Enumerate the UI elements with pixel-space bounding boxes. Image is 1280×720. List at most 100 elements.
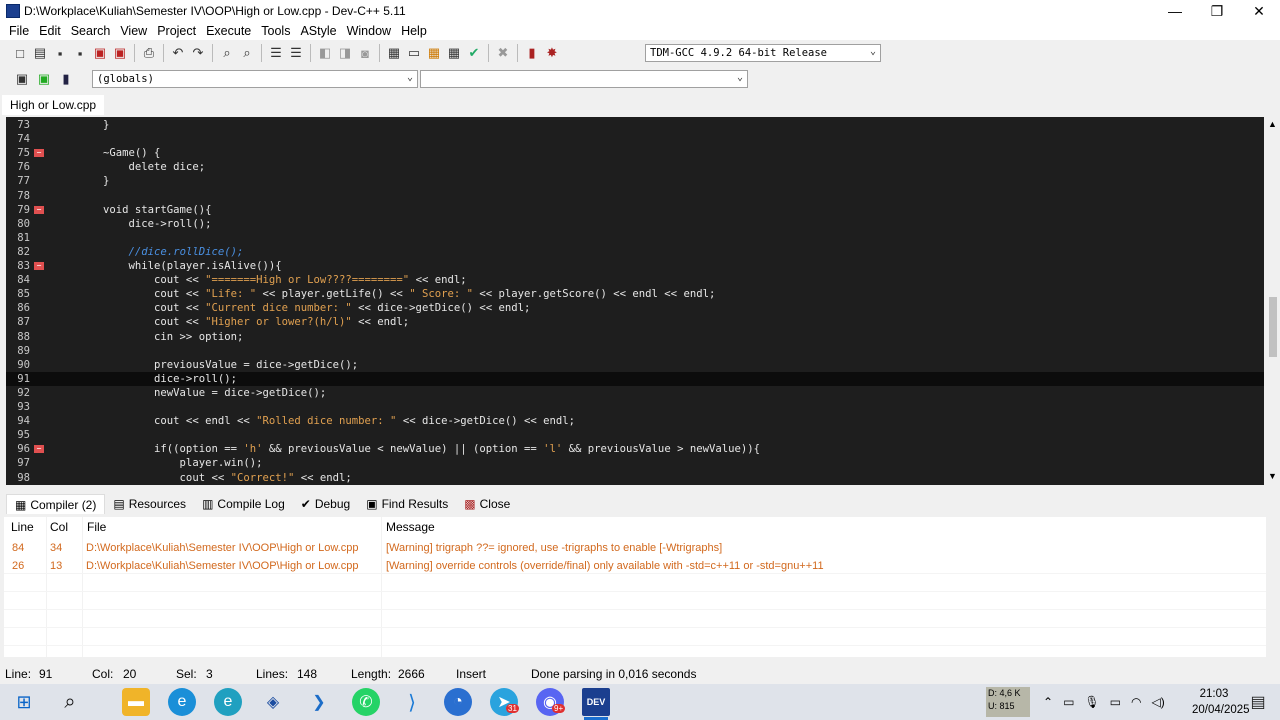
compiler-select[interactable]: TDM-GCC 4.9.2 64-bit Release ⌄ <box>645 44 881 62</box>
code-line[interactable]: 94 cout << endl << "Rolled dice number: … <box>6 414 1264 428</box>
menu-view[interactable]: View <box>115 24 152 38</box>
volume-icon[interactable]: ◁) <box>1151 695 1164 709</box>
column-header-message[interactable]: Message <box>386 517 435 537</box>
code-line[interactable]: 89 <box>6 344 1264 358</box>
redo-icon[interactable]: ↷ <box>188 43 208 63</box>
edge-icon[interactable]: e <box>168 688 196 716</box>
code-line[interactable]: 76 delete dice; <box>6 160 1264 174</box>
editor-vertical-scrollbar[interactable]: ▲ ▼ <box>1266 117 1280 485</box>
compile-icon[interactable]: ▦ <box>384 43 404 63</box>
code-line[interactable]: 96− if((option == 'h' && previousValue <… <box>6 442 1264 456</box>
scroll-down-icon[interactable]: ▼ <box>1268 471 1277 481</box>
tab-compile-log[interactable]: ▥ Compile Log <box>194 494 293 514</box>
stop-icon[interactable]: ✖ <box>493 43 513 63</box>
code-line[interactable]: 85 cout << "Life: " << player.getLife() … <box>6 287 1264 301</box>
print-icon[interactable]: ⎙ <box>139 43 159 63</box>
scroll-up-icon[interactable]: ▲ <box>1268 119 1277 129</box>
syntax-check-icon[interactable]: ✔ <box>464 43 484 63</box>
disk-monitor-widget[interactable]: D: 4,6 K U: 815 <box>986 687 1030 717</box>
code-line[interactable]: 74 <box>6 132 1264 146</box>
tab-close[interactable]: ▩ Close <box>456 494 518 514</box>
menu-help[interactable]: Help <box>396 24 432 38</box>
edge-dev-icon[interactable]: e <box>214 688 242 716</box>
code-line[interactable]: 98 cout << "Correct!" << endl; <box>6 471 1264 485</box>
menu-edit[interactable]: Edit <box>34 24 66 38</box>
tab-debug[interactable]: ✔ Debug <box>293 494 358 514</box>
battery-icon[interactable]: ▭ <box>1110 695 1121 709</box>
scope-select[interactable]: (globals) ⌄ <box>92 70 418 88</box>
code-line[interactable]: 73 } <box>6 118 1264 132</box>
devcpp-taskbar-icon[interactable]: DEV <box>582 688 610 716</box>
save-icon[interactable]: ▪ <box>50 43 70 63</box>
code-line[interactable]: 75− ~Game() { <box>6 146 1264 160</box>
code-line[interactable]: 78 <box>6 189 1264 203</box>
code-line[interactable]: 82 //dice.rollDice(); <box>6 245 1264 259</box>
code-line[interactable]: 90 previousValue = dice->getDice(); <box>6 358 1264 372</box>
menu-tools[interactable]: Tools <box>256 24 295 38</box>
code-line[interactable]: 79− void startGame(){ <box>6 203 1264 217</box>
unindent-icon[interactable]: ☰ <box>286 43 306 63</box>
tab-compiler[interactable]: ▦ Compiler (2) <box>6 494 106 514</box>
code-line[interactable]: 97 player.win(); <box>6 456 1264 470</box>
search-icon[interactable]: ⌕ <box>56 688 84 716</box>
tab-find-results[interactable]: ▣ Find Results <box>358 494 456 514</box>
code-line[interactable]: 86 cout << "Current dice number: " << di… <box>6 301 1264 315</box>
next-page-icon[interactable]: ◨ <box>335 43 355 63</box>
run-icon[interactable]: ▭ <box>404 43 424 63</box>
table-row[interactable]: 26 13 D:\Workplace\Kuliah\Semester IV\OO… <box>4 558 1266 576</box>
vscode-icon[interactable]: ⟩ <box>398 688 426 716</box>
meet-now-icon[interactable]: ▭ <box>1063 695 1074 709</box>
virtualbox-icon[interactable]: ◈ <box>259 688 287 716</box>
fold-toggle-icon[interactable]: − <box>34 445 44 454</box>
code-line[interactable]: 77 } <box>6 174 1264 188</box>
code-line[interactable]: 88 cin >> option; <box>6 330 1264 344</box>
close-all-icon[interactable]: ▣ <box>110 43 130 63</box>
goto-icon[interactable]: ◙ <box>355 43 375 63</box>
profile-icon[interactable]: ▮ <box>522 43 542 63</box>
fold-toggle-icon[interactable]: − <box>34 262 44 270</box>
close-window-button[interactable]: ✕ <box>1238 0 1280 22</box>
column-header-file[interactable]: File <box>87 517 106 537</box>
open-file-icon[interactable]: ▤ <box>30 43 50 63</box>
chevron-up-icon[interactable]: ⌃ <box>1043 695 1053 709</box>
indent-icon[interactable]: ☰ <box>266 43 286 63</box>
member-select[interactable]: ⌄ <box>420 70 748 88</box>
menu-execute[interactable]: Execute <box>201 24 256 38</box>
save-all-icon[interactable]: ▪ <box>70 43 90 63</box>
menu-file[interactable]: File <box>4 24 34 38</box>
code-line[interactable]: 87 cout << "Higher or lower?(h/l)" << en… <box>6 315 1264 329</box>
menu-project[interactable]: Project <box>152 24 201 38</box>
menu-window[interactable]: Window <box>342 24 396 38</box>
minimize-button[interactable]: — <box>1154 0 1196 22</box>
tab-resources[interactable]: ▤ Resources <box>105 494 194 514</box>
fold-toggle-icon[interactable]: − <box>34 205 44 214</box>
undo-icon[interactable]: ↶ <box>168 43 188 63</box>
code-editor[interactable]: 73 } 74 75− ~Game() {76 delete dice; 77 } 78… <box>6 117 1264 485</box>
file-explorer-icon[interactable]: ▬ <box>122 688 150 716</box>
code-line[interactable]: 84 cout << "=======High or Low????======… <box>6 273 1264 287</box>
microphone-icon[interactable]: 🎙︎ <box>1084 695 1099 709</box>
windows-start-icon[interactable]: ⊞ <box>10 688 38 716</box>
editor-tab-high-or-low[interactable]: High or Low.cpp <box>2 95 105 115</box>
menu-astyle[interactable]: AStyle <box>295 24 341 38</box>
replace-icon[interactable]: ⌕ <box>237 43 257 63</box>
insert-icon[interactable]: ▣ <box>12 69 32 89</box>
table-row[interactable]: 84 34 D:\Workplace\Kuliah\Semester IV\OO… <box>4 540 1266 558</box>
code-line[interactable]: 81 <box>6 231 1264 245</box>
whatsapp-icon[interactable]: ✆ <box>352 688 380 716</box>
close-file-icon[interactable]: ▣ <box>90 43 110 63</box>
compile-run-icon[interactable]: ▦ <box>424 43 444 63</box>
column-header-col[interactable]: Col <box>50 517 68 537</box>
prev-page-icon[interactable]: ◧ <box>315 43 335 63</box>
fold-toggle-icon[interactable]: − <box>34 149 44 158</box>
wifi-icon[interactable]: ◠ <box>1131 695 1141 709</box>
code-line[interactable]: 95 <box>6 428 1264 442</box>
toggle-bookmark-icon[interactable]: ▣ <box>34 69 54 89</box>
code-line[interactable]: 80 dice->roll(); <box>6 217 1264 231</box>
goto-bookmark-icon[interactable]: ▮ <box>56 69 76 89</box>
code-line[interactable]: 91 dice->roll(); <box>6 371 1264 386</box>
maximize-button[interactable]: ❐ <box>1196 0 1238 22</box>
phone-link-icon[interactable]: ◔ <box>444 688 472 716</box>
notification-icon[interactable]: ▤ <box>1244 688 1272 716</box>
column-header-line[interactable]: Line <box>11 517 34 537</box>
